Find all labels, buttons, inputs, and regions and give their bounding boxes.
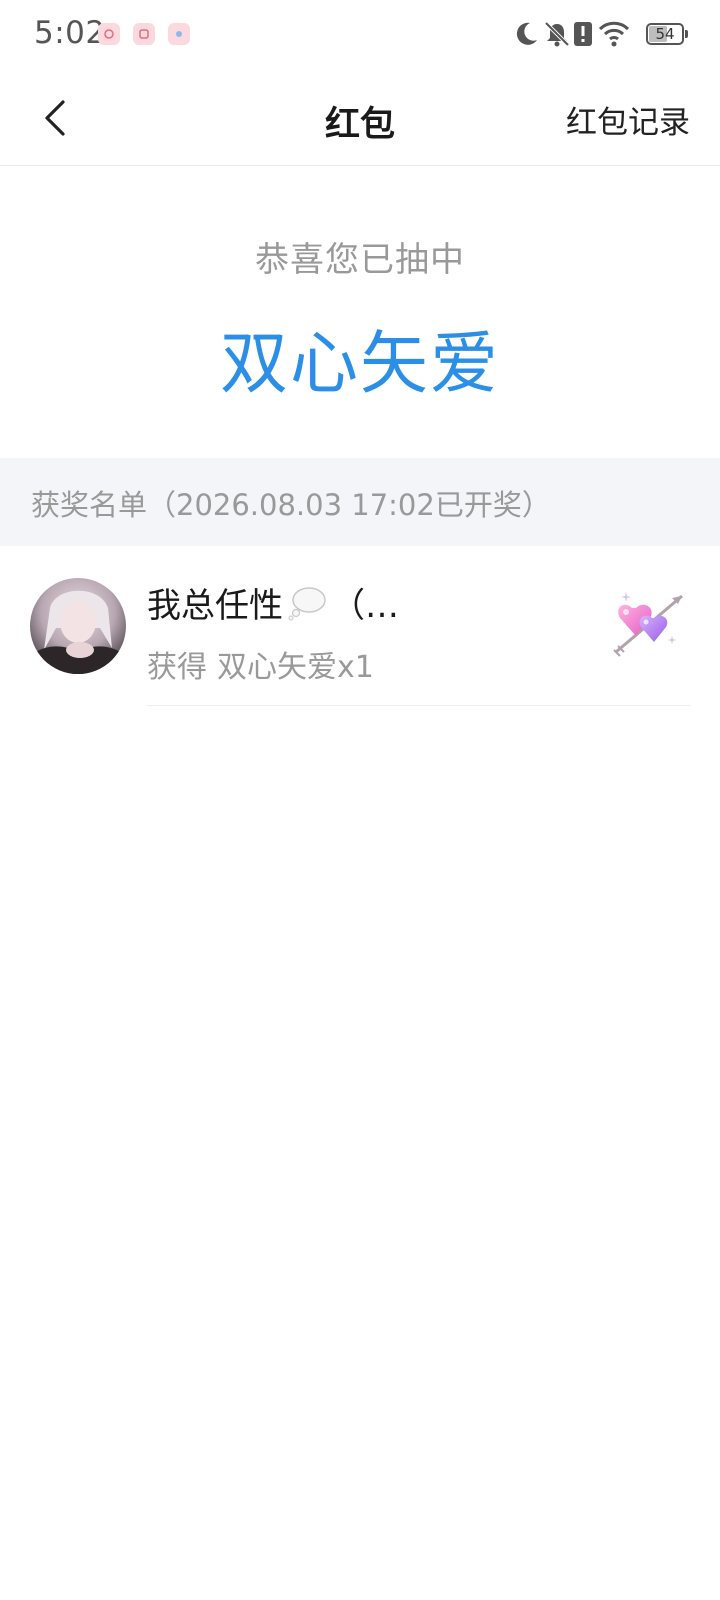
winner-name-suffix: （…	[331, 586, 399, 626]
bell-off-icon	[544, 21, 570, 47]
winner-name-text: 我总任性	[147, 586, 283, 626]
notification-app-icon	[98, 23, 120, 45]
prize-name: 双心矢爱	[219, 325, 500, 404]
status-bar: 5:02 54	[0, 0, 720, 70]
winners-list-header: 获奖名单（2026.08.03 17:02已开奖）	[0, 458, 720, 546]
row-divider	[147, 705, 690, 706]
notification-app-icon	[133, 23, 155, 45]
nav-bar: 红包 红包记录	[0, 70, 720, 166]
congrats-text: 恭喜您已抽中	[255, 240, 465, 280]
red-packet-records-button[interactable]: 红包记录	[566, 97, 690, 142]
winner-prize-value: 双心矢爱x1	[217, 650, 374, 685]
wifi-icon	[598, 21, 630, 47]
avatar[interactable]	[30, 578, 126, 674]
moon-icon	[516, 22, 537, 45]
winner-prize: 获得 双心矢爱x1	[147, 642, 374, 686]
red-packet-result-page: 5:02 54 红包 红包记录 恭喜您已抽中 双心矢爱 获奖名单（2026.08…	[0, 0, 720, 1600]
double-heart-arrow-gift-icon	[610, 586, 690, 662]
winner-name: 我总任性 （…	[147, 578, 399, 630]
winner-prize-label: 获得	[147, 650, 207, 685]
alert-icon	[574, 22, 592, 46]
winners-header-text: 获奖名单（2026.08.03 17:02已开奖）	[31, 488, 551, 522]
thought-bubble-icon	[287, 585, 327, 630]
notification-app-icon	[168, 23, 190, 45]
battery-level: 54	[655, 25, 675, 43]
status-time: 5:02	[34, 15, 106, 51]
list-item[interactable]: 我总任性 （… 获得 双心矢爱x1	[0, 546, 720, 706]
battery-tip	[685, 30, 688, 38]
